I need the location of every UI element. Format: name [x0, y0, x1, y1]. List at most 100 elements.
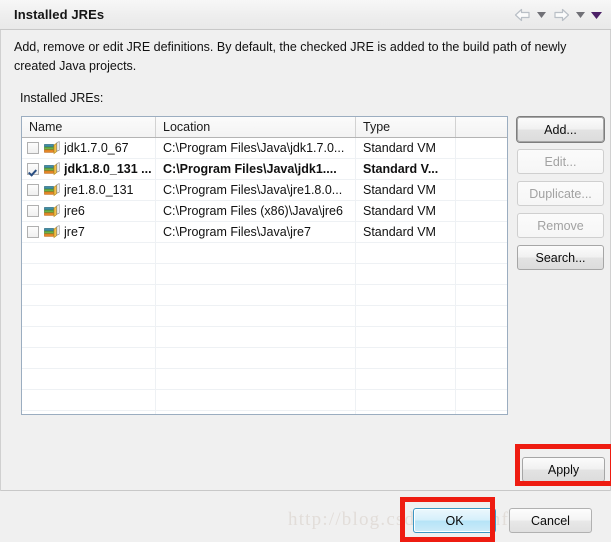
table-row[interactable]: jre7 C:\Program Files\Java\jre7 Standard V… [22, 222, 507, 243]
back-arrow-icon[interactable] [512, 6, 532, 24]
column-header-spacer[interactable] [456, 117, 507, 137]
jre-checkbox[interactable] [27, 163, 39, 175]
cell-type: Standard VM [356, 138, 456, 158]
cell-empty [22, 411, 156, 414]
cell-empty [456, 348, 507, 368]
chevron-down-filled-icon[interactable] [590, 6, 603, 24]
table-header-row: Name Location Type [22, 117, 507, 138]
cell-empty [22, 390, 156, 410]
table-row-empty[interactable] [22, 369, 507, 390]
cell-type: Standard VM [356, 201, 456, 221]
column-header-location[interactable]: Location [156, 117, 356, 137]
jre-library-icon [44, 225, 60, 239]
table-row[interactable]: jdk1.8.0_131 ... C:\Program Files\Java\jd… [22, 159, 507, 180]
table-row[interactable]: jre1.8.0_131 C:\Program Files\Java\jre1.8… [22, 180, 507, 201]
table-row-empty[interactable] [22, 243, 507, 264]
table-body: jdk1.7.0_67 C:\Program Files\Java\jdk1.7.… [22, 138, 507, 414]
cell-empty [22, 369, 156, 389]
cell-empty [356, 306, 456, 326]
cell-name: jre7 [22, 222, 156, 242]
page-title: Installed JREs [14, 7, 105, 22]
cell-empty [356, 369, 456, 389]
cell-spacer [456, 159, 507, 179]
cell-empty [456, 285, 507, 305]
jre-library-icon [44, 141, 60, 155]
jre-name-label: jdk1.7.0_67 [64, 141, 129, 155]
cell-empty [356, 390, 456, 410]
jre-name-label: jdk1.8.0_131 ... [64, 162, 152, 176]
cell-location: C:\Program Files\Java\jdk1.7.0... [156, 138, 356, 158]
cell-empty [156, 369, 356, 389]
cell-location: C:\Program Files\Java\jre7 [156, 222, 356, 242]
table-row-empty[interactable] [22, 264, 507, 285]
cell-spacer [456, 222, 507, 242]
remove-button[interactable]: Remove [517, 213, 604, 238]
cell-type: Standard VM [356, 180, 456, 200]
forward-history-chevron-down-icon[interactable] [574, 6, 587, 24]
column-header-type[interactable]: Type [356, 117, 456, 137]
cell-empty [356, 411, 456, 414]
cell-empty [22, 348, 156, 368]
jre-checkbox[interactable] [27, 142, 39, 154]
table-row-empty[interactable] [22, 411, 507, 414]
installed-jres-table[interactable]: Name Location Type jdk1.7.0_67 C:\Program… [21, 116, 508, 415]
cell-empty [156, 243, 356, 263]
column-header-name[interactable]: Name [22, 117, 156, 137]
cell-empty [22, 327, 156, 347]
cell-empty [356, 264, 456, 284]
jre-library-icon [44, 183, 60, 197]
cell-name: jre1.8.0_131 [22, 180, 156, 200]
cell-name: jdk1.8.0_131 ... [22, 159, 156, 179]
cell-empty [456, 264, 507, 284]
cell-spacer [456, 201, 507, 221]
ok-button[interactable]: OK [413, 508, 496, 533]
cell-type: Standard V... [356, 159, 456, 179]
cell-type: Standard VM [356, 222, 456, 242]
cell-empty [456, 411, 507, 414]
table-row-empty[interactable] [22, 390, 507, 411]
search-button[interactable]: Search... [517, 245, 604, 270]
cell-empty [356, 327, 456, 347]
cell-empty [156, 327, 356, 347]
jre-checkbox[interactable] [27, 205, 39, 217]
cell-empty [156, 264, 356, 284]
cell-empty [456, 369, 507, 389]
back-history-chevron-down-icon[interactable] [535, 6, 548, 24]
cell-empty [456, 243, 507, 263]
cell-spacer [456, 180, 507, 200]
table-row-empty[interactable] [22, 285, 507, 306]
add-button[interactable]: Add... [517, 117, 604, 142]
cell-empty [22, 285, 156, 305]
installed-jres-label: Installed JREs: [20, 91, 104, 105]
jre-name-label: jre6 [64, 204, 85, 218]
jre-name-label: jre1.8.0_131 [64, 183, 134, 197]
duplicate-button[interactable]: Duplicate... [517, 181, 604, 206]
edit-button[interactable]: Edit... [517, 149, 604, 174]
cell-name: jre6 [22, 201, 156, 221]
dialog-description: Add, remove or edit JRE definitions. By … [14, 40, 567, 73]
cell-empty [456, 306, 507, 326]
cell-empty [22, 243, 156, 263]
table-row[interactable]: jre6 C:\Program Files (x86)\Java\jre6 Stan… [22, 201, 507, 222]
cell-empty [356, 243, 456, 263]
cell-name: jdk1.7.0_67 [22, 138, 156, 158]
jre-library-icon [44, 204, 60, 218]
table-row-empty[interactable] [22, 306, 507, 327]
table-row-empty[interactable] [22, 348, 507, 369]
footer-separator [1, 490, 610, 491]
apply-button[interactable]: Apply [522, 457, 605, 482]
jre-checkbox[interactable] [27, 184, 39, 196]
forward-arrow-icon[interactable] [551, 6, 571, 24]
cell-spacer [456, 138, 507, 158]
jre-checkbox[interactable] [27, 226, 39, 238]
cell-empty [156, 411, 356, 414]
cell-empty [156, 306, 356, 326]
cell-empty [156, 285, 356, 305]
cell-empty [356, 348, 456, 368]
cell-empty [156, 390, 356, 410]
cell-location: C:\Program Files (x86)\Java\jre6 [156, 201, 356, 221]
table-row-empty[interactable] [22, 327, 507, 348]
table-row[interactable]: jdk1.7.0_67 C:\Program Files\Java\jdk1.7.… [22, 138, 507, 159]
jre-name-label: jre7 [64, 225, 85, 239]
cancel-button[interactable]: Cancel [509, 508, 592, 533]
